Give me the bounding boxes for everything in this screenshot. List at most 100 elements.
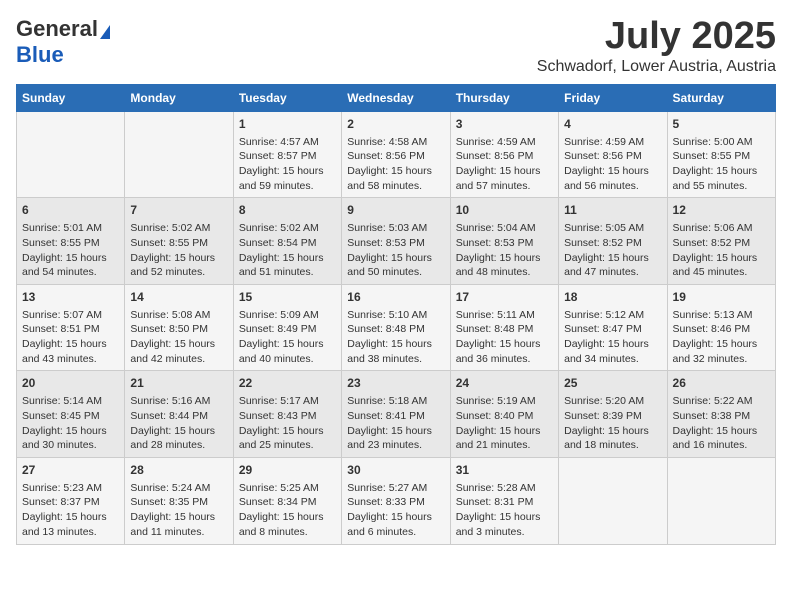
day-number: 11 — [564, 202, 661, 219]
logo-text: General Blue — [16, 16, 110, 68]
day-info: Sunset: 8:53 PM — [456, 236, 553, 251]
day-info: and 36 minutes. — [456, 352, 553, 367]
weekday-header-tuesday: Tuesday — [233, 84, 341, 111]
calendar-week-3: 13Sunrise: 5:07 AMSunset: 8:51 PMDayligh… — [17, 284, 776, 371]
calendar-cell: 18Sunrise: 5:12 AMSunset: 8:47 PMDayligh… — [559, 284, 667, 371]
day-info: and 3 minutes. — [456, 525, 553, 540]
day-number: 10 — [456, 202, 553, 219]
day-number: 23 — [347, 375, 444, 392]
day-info: Sunset: 8:51 PM — [22, 322, 119, 337]
day-info: and 59 minutes. — [239, 179, 336, 194]
day-info: Sunset: 8:57 PM — [239, 149, 336, 164]
day-info: Sunset: 8:41 PM — [347, 409, 444, 424]
day-info: Sunrise: 5:12 AM — [564, 308, 661, 323]
day-info: and 8 minutes. — [239, 525, 336, 540]
day-info: Sunrise: 5:01 AM — [22, 221, 119, 236]
day-info: Sunrise: 5:10 AM — [347, 308, 444, 323]
day-info: Sunrise: 5:06 AM — [673, 221, 770, 236]
day-number: 28 — [130, 462, 227, 479]
day-info: Daylight: 15 hours — [239, 424, 336, 439]
calendar-cell: 29Sunrise: 5:25 AMSunset: 8:34 PMDayligh… — [233, 457, 341, 544]
logo: General Blue — [16, 16, 110, 68]
logo-blue: Blue — [16, 42, 64, 67]
day-info: Sunset: 8:52 PM — [564, 236, 661, 251]
day-info: Sunrise: 5:23 AM — [22, 481, 119, 496]
calendar-cell: 24Sunrise: 5:19 AMSunset: 8:40 PMDayligh… — [450, 371, 558, 458]
calendar-cell: 2Sunrise: 4:58 AMSunset: 8:56 PMDaylight… — [342, 111, 450, 198]
day-info: Sunrise: 5:19 AM — [456, 394, 553, 409]
day-info: Sunrise: 5:11 AM — [456, 308, 553, 323]
day-info: Sunset: 8:47 PM — [564, 322, 661, 337]
calendar-cell — [559, 457, 667, 544]
calendar-cell: 16Sunrise: 5:10 AMSunset: 8:48 PMDayligh… — [342, 284, 450, 371]
calendar-cell: 6Sunrise: 5:01 AMSunset: 8:55 PMDaylight… — [17, 198, 125, 285]
day-info: and 57 minutes. — [456, 179, 553, 194]
day-info: and 6 minutes. — [347, 525, 444, 540]
calendar-cell: 27Sunrise: 5:23 AMSunset: 8:37 PMDayligh… — [17, 457, 125, 544]
day-info: Sunrise: 5:08 AM — [130, 308, 227, 323]
calendar-cell: 20Sunrise: 5:14 AMSunset: 8:45 PMDayligh… — [17, 371, 125, 458]
day-info: Sunrise: 4:57 AM — [239, 135, 336, 150]
day-info: and 45 minutes. — [673, 265, 770, 280]
day-info: and 42 minutes. — [130, 352, 227, 367]
day-info: Sunrise: 5:02 AM — [130, 221, 227, 236]
day-info: and 21 minutes. — [456, 438, 553, 453]
day-info: Daylight: 15 hours — [22, 251, 119, 266]
calendar-cell: 28Sunrise: 5:24 AMSunset: 8:35 PMDayligh… — [125, 457, 233, 544]
calendar-cell: 15Sunrise: 5:09 AMSunset: 8:49 PMDayligh… — [233, 284, 341, 371]
day-info: Sunset: 8:37 PM — [22, 495, 119, 510]
day-info: Daylight: 15 hours — [456, 164, 553, 179]
day-number: 7 — [130, 202, 227, 219]
calendar-cell: 11Sunrise: 5:05 AMSunset: 8:52 PMDayligh… — [559, 198, 667, 285]
day-info: Daylight: 15 hours — [22, 510, 119, 525]
day-info: Daylight: 15 hours — [456, 510, 553, 525]
day-info: and 18 minutes. — [564, 438, 661, 453]
day-info: Sunrise: 5:18 AM — [347, 394, 444, 409]
day-info: Sunrise: 4:58 AM — [347, 135, 444, 150]
calendar-cell: 1Sunrise: 4:57 AMSunset: 8:57 PMDaylight… — [233, 111, 341, 198]
day-number: 8 — [239, 202, 336, 219]
day-info: and 23 minutes. — [347, 438, 444, 453]
day-number: 5 — [673, 116, 770, 133]
calendar-cell: 25Sunrise: 5:20 AMSunset: 8:39 PMDayligh… — [559, 371, 667, 458]
day-number: 2 — [347, 116, 444, 133]
day-info: Sunset: 8:55 PM — [130, 236, 227, 251]
day-number: 9 — [347, 202, 444, 219]
day-number: 25 — [564, 375, 661, 392]
calendar-cell: 13Sunrise: 5:07 AMSunset: 8:51 PMDayligh… — [17, 284, 125, 371]
day-info: Sunset: 8:46 PM — [673, 322, 770, 337]
weekday-header-saturday: Saturday — [667, 84, 775, 111]
day-info: and 55 minutes. — [673, 179, 770, 194]
day-info: Daylight: 15 hours — [239, 337, 336, 352]
day-info: Daylight: 15 hours — [673, 337, 770, 352]
day-info: Daylight: 15 hours — [22, 424, 119, 439]
day-info: Daylight: 15 hours — [239, 510, 336, 525]
day-number: 29 — [239, 462, 336, 479]
day-info: Sunrise: 5:27 AM — [347, 481, 444, 496]
day-info: Sunset: 8:39 PM — [564, 409, 661, 424]
day-info: Sunset: 8:52 PM — [673, 236, 770, 251]
day-info: and 38 minutes. — [347, 352, 444, 367]
day-info: Sunrise: 5:04 AM — [456, 221, 553, 236]
day-info: Daylight: 15 hours — [673, 424, 770, 439]
calendar-cell: 30Sunrise: 5:27 AMSunset: 8:33 PMDayligh… — [342, 457, 450, 544]
day-info: and 56 minutes. — [564, 179, 661, 194]
day-number: 15 — [239, 289, 336, 306]
day-info: Sunset: 8:54 PM — [239, 236, 336, 251]
day-info: Daylight: 15 hours — [673, 164, 770, 179]
calendar-cell: 23Sunrise: 5:18 AMSunset: 8:41 PMDayligh… — [342, 371, 450, 458]
day-info: and 52 minutes. — [130, 265, 227, 280]
calendar-week-1: 1Sunrise: 4:57 AMSunset: 8:57 PMDaylight… — [17, 111, 776, 198]
day-info: Daylight: 15 hours — [347, 510, 444, 525]
calendar-cell: 4Sunrise: 4:59 AMSunset: 8:56 PMDaylight… — [559, 111, 667, 198]
day-info: Sunset: 8:31 PM — [456, 495, 553, 510]
calendar-cell: 21Sunrise: 5:16 AMSunset: 8:44 PMDayligh… — [125, 371, 233, 458]
day-info: Daylight: 15 hours — [22, 337, 119, 352]
day-info: and 51 minutes. — [239, 265, 336, 280]
day-number: 17 — [456, 289, 553, 306]
page-header: General Blue July 2025 Schwadorf, Lower … — [16, 16, 776, 76]
day-number: 14 — [130, 289, 227, 306]
day-info: Daylight: 15 hours — [130, 337, 227, 352]
day-info: Daylight: 15 hours — [130, 251, 227, 266]
calendar-cell: 31Sunrise: 5:28 AMSunset: 8:31 PMDayligh… — [450, 457, 558, 544]
